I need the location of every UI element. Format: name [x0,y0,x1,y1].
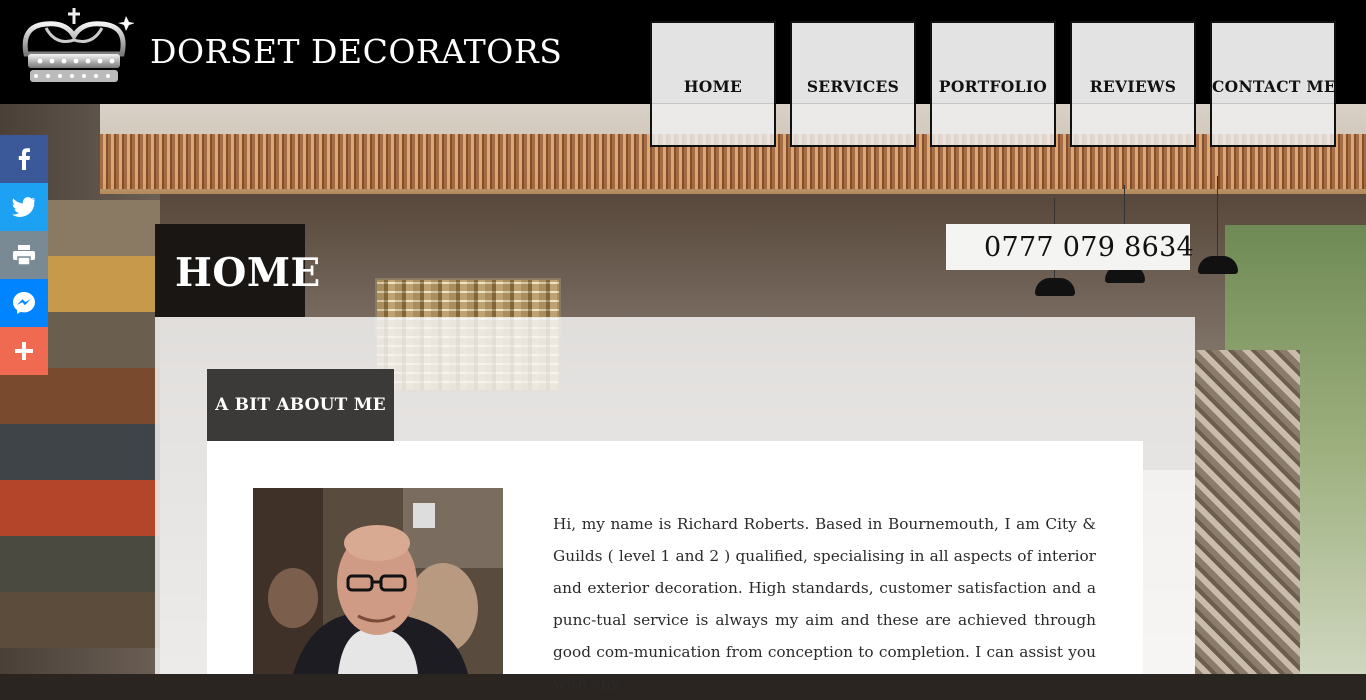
share-more-icon [15,342,33,360]
site-header: DORSET DECORATORS HOME SERVICES PORTFOLI… [0,0,1366,147]
nav-item-portfolio[interactable]: PORTFOLIO [930,21,1056,147]
wall-plank [0,368,160,424]
print-icon [13,245,35,265]
messenger-share-button[interactable] [0,279,48,327]
twitter-share-button[interactable] [0,183,48,231]
nav-item-contact[interactable]: CONTACT ME [1210,21,1336,147]
phone-number-box[interactable]: 0777 079 8634 [946,224,1194,270]
portrait-photo [253,488,503,674]
wall-plank [0,480,160,536]
nav-item-home[interactable]: HOME [650,21,776,147]
wall-plank [0,592,160,648]
pendant-lamp [1198,176,1238,274]
nav-item-label: REVIEWS [1089,77,1177,96]
wall-plank [0,536,160,592]
social-share-bar [0,135,48,375]
messenger-icon [13,292,35,314]
pendant-lamp [1035,198,1075,296]
wall-plank [0,424,160,480]
nav-item-label: CONTACT ME [1212,77,1336,96]
facebook-icon [18,148,30,170]
nav-item-label: SERVICES [806,77,900,96]
phone-number: 0777 079 8634 [984,231,1195,263]
page-title: HOME [175,250,321,296]
nav-item-label: HOME [683,77,743,96]
tiled-counter [1195,350,1300,674]
facebook-share-button[interactable] [0,135,48,183]
site-brand-name[interactable]: DORSET DECORATORS [150,32,562,71]
print-button[interactable] [0,231,48,279]
crown-logo-icon[interactable] [16,6,135,92]
twitter-icon [12,197,35,217]
about-paragraph: Hi, my name is Richard Roberts. Based in… [553,515,1096,693]
nav-item-label: PORTFOLIO [938,77,1048,96]
section-title-about: A BIT ABOUT ME [207,369,394,441]
nav-item-reviews[interactable]: REVIEWS [1070,21,1196,147]
share-more-button[interactable] [0,327,48,375]
nav-item-services[interactable]: SERVICES [790,21,916,147]
